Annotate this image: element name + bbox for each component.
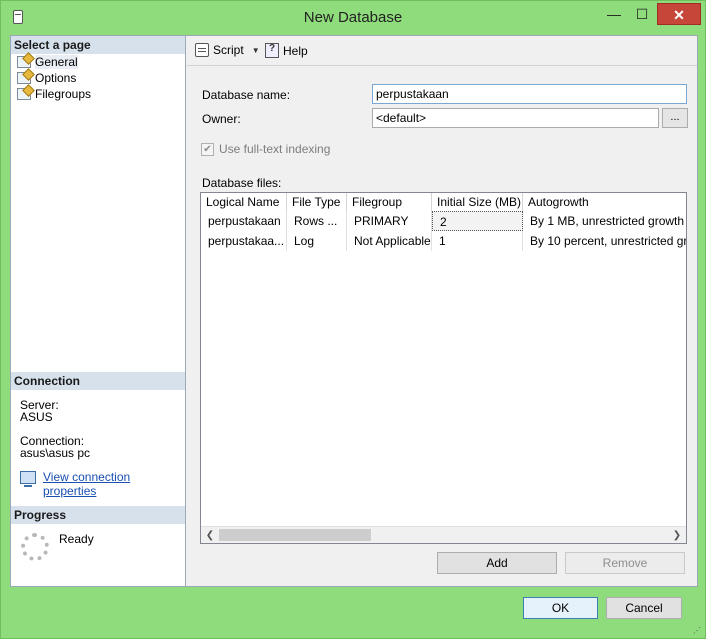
- cell-filegroup[interactable]: PRIMARY: [347, 211, 432, 231]
- left-pane: Select a page General Options Filegroups…: [11, 36, 186, 586]
- cell-filegroup[interactable]: Not Applicable: [347, 231, 432, 251]
- scrollbar-thumb[interactable]: [219, 529, 371, 541]
- horizontal-scrollbar[interactable]: ❮ ❯: [201, 526, 686, 543]
- minimize-button[interactable]: —: [601, 3, 627, 25]
- owner-label: Owner:: [202, 112, 241, 126]
- cell-autogrowth[interactable]: By 10 percent, unrestricted growth: [523, 231, 686, 251]
- view-connection-properties-link[interactable]: View connection properties: [43, 470, 185, 498]
- remove-button[interactable]: Remove: [565, 552, 685, 574]
- dropdown-arrow-icon[interactable]: ▼: [252, 46, 260, 55]
- progress-spinner-icon: [21, 533, 49, 561]
- select-page-header: Select a page: [11, 36, 185, 54]
- fulltext-indexing-label: Use full-text indexing: [219, 142, 331, 156]
- column-header-logical-name[interactable]: Logical Name: [201, 193, 287, 211]
- database-name-label: Database name:: [202, 88, 291, 102]
- page-item-filegroups[interactable]: Filegroups: [17, 86, 91, 102]
- cell-logical-name[interactable]: perpustakaa...: [201, 231, 287, 251]
- owner-browse-button[interactable]: ...: [662, 108, 688, 128]
- new-database-window: New Database — ☐ ✕ Select a page General…: [0, 0, 706, 639]
- cell-initial-size[interactable]: 1: [432, 231, 523, 251]
- connection-header: Connection: [11, 372, 185, 390]
- page-item-label: Filegroups: [35, 87, 92, 101]
- page-item-label: Options: [35, 71, 77, 85]
- progress-status: Ready: [59, 532, 94, 546]
- add-button[interactable]: Add: [437, 552, 557, 574]
- cell-file-type[interactable]: Log: [287, 231, 347, 251]
- column-header-filegroup[interactable]: Filegroup: [347, 193, 432, 211]
- script-icon: [195, 43, 209, 57]
- scroll-right-arrow-icon[interactable]: ❯: [669, 528, 685, 543]
- server-value: ASUS: [20, 410, 53, 424]
- connection-properties-icon: [20, 471, 36, 487]
- dialog-client-area: Select a page General Options Filegroups…: [10, 35, 698, 587]
- page-icon: [17, 56, 31, 68]
- fulltext-indexing-row: ✔ Use full-text indexing: [201, 142, 330, 156]
- help-label: Help: [283, 43, 308, 58]
- database-files-grid: Logical Name File Type Filegroup Initial…: [200, 192, 687, 544]
- right-pane: Script ▼ Help Database name: Owner: ... …: [187, 36, 697, 586]
- maximize-button[interactable]: ☐: [629, 3, 655, 25]
- help-icon: [265, 43, 279, 58]
- cell-autogrowth[interactable]: By 1 MB, unrestricted growth: [523, 211, 686, 231]
- grid-header: Logical Name File Type Filegroup Initial…: [201, 193, 686, 211]
- window-title: New Database: [303, 9, 403, 26]
- database-name-input[interactable]: [372, 84, 687, 104]
- cell-initial-size[interactable]: 2: [432, 211, 523, 231]
- cell-logical-name[interactable]: perpustakaan: [201, 211, 287, 231]
- table-row[interactable]: perpustakaa... Log Not Applicable 1 By 1…: [201, 231, 686, 251]
- database-files-label: Database files:: [202, 176, 282, 190]
- cancel-button[interactable]: Cancel: [606, 597, 682, 619]
- page-icon: [17, 72, 31, 84]
- cell-file-type[interactable]: Rows ...: [287, 211, 347, 231]
- column-header-autogrowth[interactable]: Autogrowth: [523, 193, 686, 211]
- toolbar: Script ▼ Help: [187, 36, 697, 66]
- script-button[interactable]: Script ▼: [195, 43, 260, 57]
- column-header-file-type[interactable]: File Type: [287, 193, 347, 211]
- page-item-label: General: [35, 55, 78, 69]
- connection-value: asus\asus pc: [20, 446, 91, 460]
- page-item-options[interactable]: Options: [17, 70, 76, 86]
- fulltext-indexing-checkbox[interactable]: ✔: [201, 142, 214, 156]
- help-button[interactable]: Help: [265, 43, 308, 58]
- resize-grip-icon[interactable]: ⋰: [693, 626, 703, 636]
- progress-header: Progress: [11, 506, 185, 524]
- page-icon: [17, 88, 31, 100]
- page-item-general[interactable]: General: [17, 54, 78, 70]
- column-header-initial-size[interactable]: Initial Size (MB): [432, 193, 523, 211]
- ok-button[interactable]: OK: [523, 597, 598, 619]
- scroll-left-arrow-icon[interactable]: ❮: [202, 528, 218, 543]
- table-row[interactable]: perpustakaan Rows ... PRIMARY 2 By 1 MB,…: [201, 211, 686, 231]
- script-label: Script: [213, 43, 244, 57]
- title-bar[interactable]: New Database — ☐ ✕: [1, 1, 705, 33]
- close-button[interactable]: ✕: [657, 3, 701, 25]
- owner-input[interactable]: [372, 108, 659, 128]
